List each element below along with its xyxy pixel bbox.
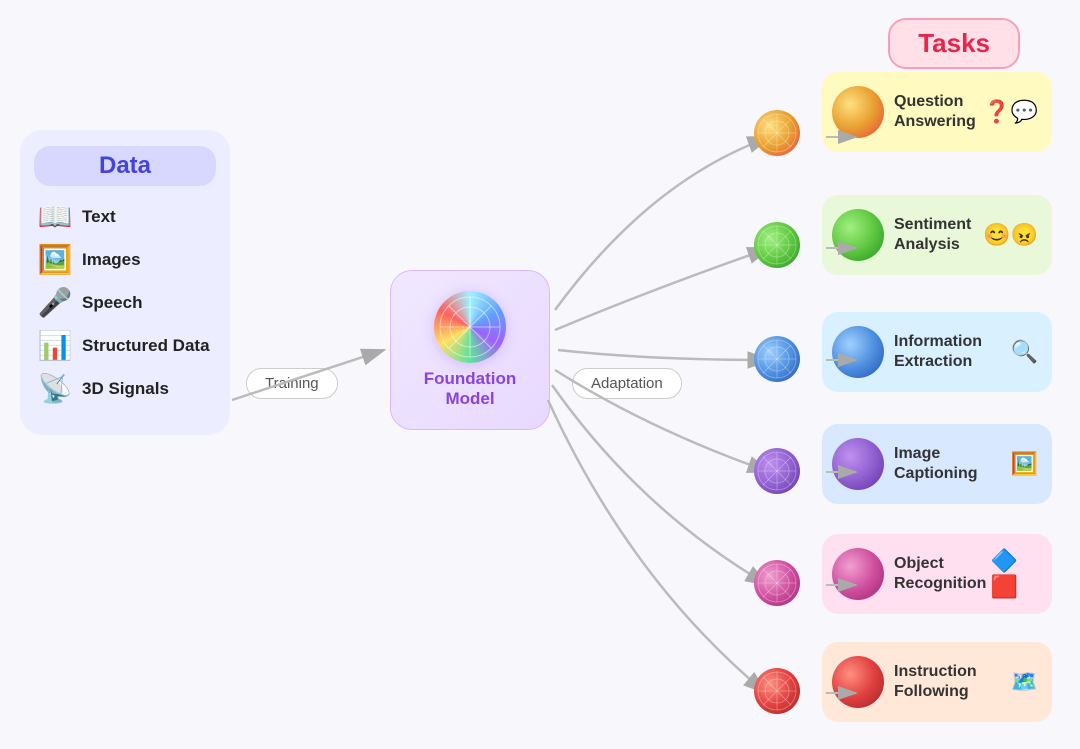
foundation-model-box: Foundation Model bbox=[390, 270, 550, 430]
ic-sphere bbox=[832, 438, 884, 490]
or-sphere bbox=[832, 548, 884, 600]
sa-icon: 😊😠 bbox=[983, 222, 1038, 248]
or-icon: 🔷🟥 bbox=[990, 548, 1038, 600]
task-card-ie: InformationExtraction 🔍 bbox=[822, 312, 1052, 392]
foundation-text: Foundation Model bbox=[424, 369, 517, 410]
3d-label: 3D Signals bbox=[82, 379, 169, 399]
qa-icon: ❓💬 bbox=[983, 99, 1038, 125]
mid-sphere-sa bbox=[754, 222, 800, 268]
images-icon: 🖼️ bbox=[34, 243, 76, 276]
if-text: InstructionFollowing bbox=[894, 662, 1007, 702]
mid-sphere-if bbox=[754, 668, 800, 714]
sa-text: SentimentAnalysis bbox=[894, 215, 979, 255]
ic-icon: 🖼️ bbox=[1011, 451, 1038, 477]
if-sphere bbox=[832, 656, 884, 708]
images-label: Images bbox=[82, 250, 141, 270]
task-card-or: ObjectRecognition 🔷🟥 bbox=[822, 534, 1052, 614]
speech-label: Speech bbox=[82, 293, 142, 313]
training-label: Training bbox=[246, 368, 338, 399]
task-card-ic: ImageCaptioning 🖼️ bbox=[822, 424, 1052, 504]
speech-icon: 🎤 bbox=[34, 286, 76, 319]
qa-sphere bbox=[832, 86, 884, 138]
data-item-speech: 🎤 Speech bbox=[34, 286, 216, 319]
adaptation-label: Adaptation bbox=[572, 368, 682, 399]
text-icon: 📖 bbox=[34, 200, 76, 233]
structured-icon: 📊 bbox=[34, 329, 76, 362]
mid-sphere-ie bbox=[754, 336, 800, 382]
qa-text: QuestionAnswering bbox=[894, 92, 979, 132]
data-panel: Data 📖 Text 🖼️ Images 🎤 Speech 📊 Structu… bbox=[20, 130, 230, 435]
structured-label: Structured Data bbox=[82, 336, 210, 356]
data-item-images: 🖼️ Images bbox=[34, 243, 216, 276]
mid-sphere-or bbox=[754, 560, 800, 606]
data-title: Data bbox=[34, 146, 216, 186]
text-label: Text bbox=[82, 207, 116, 227]
if-icon: 🗺️ bbox=[1011, 669, 1038, 695]
foundation-sphere bbox=[434, 291, 506, 363]
task-card-sa: SentimentAnalysis 😊😠 bbox=[822, 195, 1052, 275]
data-item-3d: 📡 3D Signals bbox=[34, 372, 216, 405]
data-item-structured: 📊 Structured Data bbox=[34, 329, 216, 362]
mid-sphere-ic bbox=[754, 448, 800, 494]
ie-sphere bbox=[832, 326, 884, 378]
or-text: ObjectRecognition bbox=[894, 554, 986, 594]
ie-text: InformationExtraction bbox=[894, 332, 1007, 372]
ic-text: ImageCaptioning bbox=[894, 444, 1007, 484]
data-item-text: 📖 Text bbox=[34, 200, 216, 233]
mid-sphere-qa bbox=[754, 110, 800, 156]
sa-sphere bbox=[832, 209, 884, 261]
3d-icon: 📡 bbox=[34, 372, 76, 405]
task-card-if: InstructionFollowing 🗺️ bbox=[822, 642, 1052, 722]
ie-icon: 🔍 bbox=[1011, 339, 1038, 365]
tasks-label: Tasks bbox=[888, 18, 1020, 69]
task-card-qa: QuestionAnswering ❓💬 bbox=[822, 72, 1052, 152]
